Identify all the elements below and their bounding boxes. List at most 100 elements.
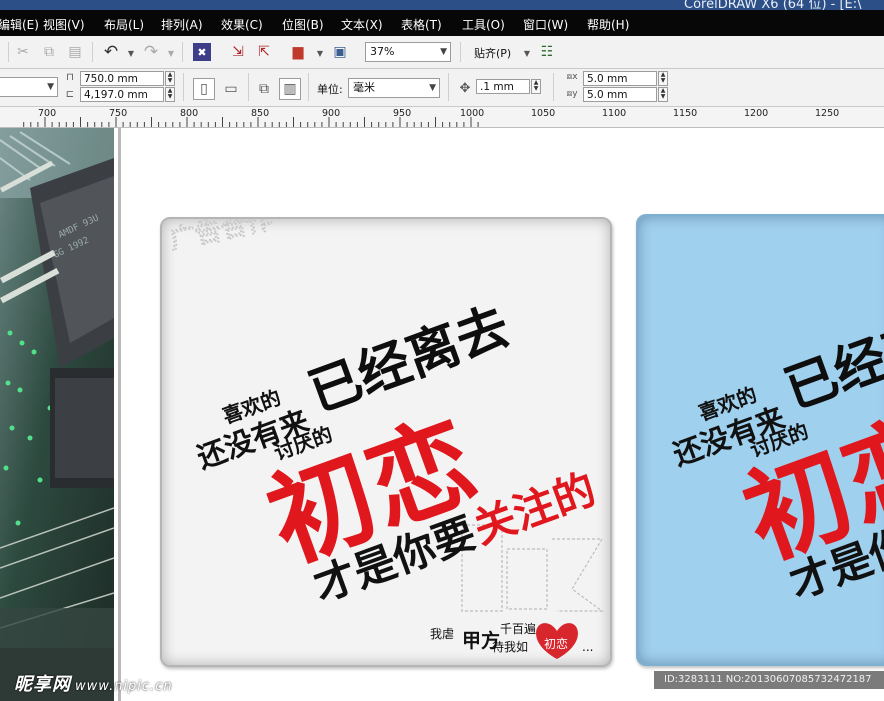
separator <box>8 42 9 62</box>
ruler-label: 700 <box>38 108 57 119</box>
copy-icon[interactable]: ⧉ <box>40 43 58 61</box>
undo-dropdown-icon[interactable]: ▼ <box>122 44 140 62</box>
menu-edit[interactable]: 编辑(E) <box>0 16 39 33</box>
nudge-spinner[interactable]: ▲ ▼ <box>531 79 541 94</box>
all-pages-icon[interactable]: ⧉ <box>253 78 275 100</box>
duplicate-x-icon: ⧈x <box>566 72 578 82</box>
menu-arrange[interactable]: 排列(A) <box>161 16 203 33</box>
export-icon[interactable]: ⇱ <box>255 43 273 61</box>
ghost-text: 广告合作 <box>167 219 275 256</box>
portrait-button[interactable]: ▯ <box>193 78 215 100</box>
separator <box>182 42 183 62</box>
poster-card-blue[interactable]: 喜欢的 还没有来 讨厌的 已经离去 初恋 才是你要 <box>636 214 884 666</box>
width-spinner[interactable]: ▲ ▼ <box>165 71 175 86</box>
horizontal-ruler[interactable]: 700 750 800 850 900 950 1000 1050 1100 1… <box>0 107 884 128</box>
units-select[interactable]: 毫米 ▼ <box>348 78 440 98</box>
ruler-label: 1050 <box>531 108 556 119</box>
units-value: 毫米 <box>353 81 375 94</box>
separator <box>92 42 93 62</box>
footer-text-d: 待我如 <box>492 639 528 654</box>
menu-window[interactable]: 窗口(W) <box>523 16 568 33</box>
page-width-field[interactable]: 750.0 mm <box>80 71 164 86</box>
ruler-label: 900 <box>322 108 341 119</box>
cut-icon[interactable]: ✂ <box>14 43 32 61</box>
page-width-icon: ⊓ <box>66 71 74 83</box>
separator <box>553 73 554 101</box>
publish-dropdown-icon[interactable]: ▼ <box>311 44 329 62</box>
circuit-board-image: AMDF 93U GG 1992 <box>0 128 114 701</box>
text-yijinglichu: 已经离去 <box>301 295 517 423</box>
poster-artwork-blue: 喜欢的 还没有来 讨厌的 已经离去 初恋 才是你要 <box>669 292 884 608</box>
chevron-down-icon: ▼ <box>47 82 54 92</box>
snap-dropdown-icon[interactable]: ▼ <box>518 44 536 62</box>
redo-icon[interactable]: ↷ <box>142 42 160 62</box>
separator <box>448 73 449 101</box>
duplicate-distance-x-field[interactable]: 5.0 mm <box>583 71 657 86</box>
poster-artwork: 广告合作 喜欢的 还没有来 讨厌的 已经离去 初恋 才是你要 关注的 我虐 甲方… <box>167 203 604 659</box>
zoom-level-select[interactable]: 37% ▼ <box>365 42 451 62</box>
menu-bar: 编辑(E) 视图(V) 布局(L) 排列(A) 效果(C) 位图(B) 文本(X… <box>0 10 884 36</box>
duplicate-distance-y-field[interactable]: 5.0 mm <box>583 87 657 102</box>
chevron-down-icon: ▼ <box>440 47 447 57</box>
redo-dropdown-icon[interactable]: ▼ <box>162 44 180 62</box>
height-spinner[interactable]: ▲ ▼ <box>165 87 175 102</box>
snap-to-menu[interactable]: 贴齐(P) <box>474 45 511 61</box>
poster-card-white[interactable]: 广告合作 喜欢的 还没有来 讨厌的 已经离去 初恋 才是你要 关注的 我虐 甲方… <box>160 203 612 667</box>
menu-bitmaps[interactable]: 位图(B) <box>282 16 324 33</box>
ruler-label: 750 <box>109 108 128 119</box>
units-label: 单位: <box>317 83 343 96</box>
ruler-label: 950 <box>393 108 412 119</box>
application-launcher-icon[interactable]: ▣ <box>331 43 349 61</box>
landscape-button[interactable]: ▭ <box>220 78 242 100</box>
paste-icon[interactable]: ▤ <box>66 43 84 61</box>
current-page-icon[interactable]: ▥ <box>279 78 301 100</box>
ruler-label: 1000 <box>460 108 485 119</box>
page-size-select[interactable]: ▼ <box>0 77 58 97</box>
options-icon[interactable]: ☷ <box>538 43 556 61</box>
window-title: CorelDRAW X6 (64 位) - [E:\ <box>684 0 862 10</box>
nudge-distance-field[interactable]: .1 mm <box>476 79 530 94</box>
menu-layout[interactable]: 布局(L) <box>104 16 144 33</box>
svg-text:广告合作: 广告合作 <box>167 219 275 256</box>
footer-ellipsis: ... <box>582 640 593 654</box>
circuit-board-photo[interactable]: AMDF 93U GG 1992 <box>0 128 114 701</box>
footer-text-c: 千百遍 <box>500 622 536 636</box>
ruler-label: 800 <box>180 108 199 119</box>
import-icon[interactable]: ⇲ <box>229 43 247 61</box>
text-yijinglichu: 已经离去 <box>777 292 884 420</box>
duplicate-y-icon: ⧈y <box>566 89 578 99</box>
ruler-label: 1250 <box>815 108 840 119</box>
heart-icon: 初恋 <box>536 623 578 659</box>
text-guanzhu: 关注的 <box>467 464 602 553</box>
publish-pdf-icon[interactable]: ▆ <box>289 43 307 61</box>
separator <box>308 73 309 101</box>
nudge-icon: ✥ <box>459 80 471 96</box>
undo-icon[interactable]: ↶ <box>102 42 120 62</box>
duplicate-x-spinner[interactable]: ▲ ▼ <box>658 71 668 86</box>
watermark-brand: 昵享网 <box>14 674 71 695</box>
menu-tools[interactable]: 工具(O) <box>462 16 505 33</box>
menu-effects[interactable]: 效果(C) <box>221 16 263 33</box>
page-border-line <box>118 128 121 701</box>
standard-toolbar: ✂ ⧉ ▤ ↶ ▼ ↷ ▼ ✖ ⇲ ⇱ ▆ ▼ ▣ 37% ▼ 贴齐(P) ▼ … <box>0 36 884 69</box>
page-height-field[interactable]: 4,197.0 mm <box>80 87 164 102</box>
footer-text-a: 我虐 <box>430 627 454 641</box>
separator <box>460 42 461 62</box>
heart-label: 初恋 <box>544 636 568 651</box>
menu-text[interactable]: 文本(X) <box>341 16 383 33</box>
menu-table[interactable]: 表格(T) <box>401 16 442 33</box>
chevron-down-icon: ▼ <box>429 83 436 93</box>
image-id-watermark: ID:3283111 NO:20130607085732472187 <box>654 671 884 689</box>
drawing-canvas[interactable]: AMDF 93U GG 1992 广告合作 喜欢的 还没有来 讨厌的 已经离去 … <box>0 128 884 701</box>
watermark-url: www.nipic.cn <box>75 679 173 694</box>
ruler-label: 1100 <box>602 108 627 119</box>
menu-help[interactable]: 帮助(H) <box>587 16 629 33</box>
title-bar: CorelDRAW X6 (64 位) - [E:\ <box>0 0 884 10</box>
separator <box>248 73 249 101</box>
ruler-label: 1200 <box>744 108 769 119</box>
duplicate-y-spinner[interactable]: ▲ ▼ <box>658 87 668 102</box>
menu-view[interactable]: 视图(V) <box>43 16 85 33</box>
ghost-vertical-text: 广告合作 <box>167 203 276 256</box>
zoom-level-value: 37% <box>370 45 395 58</box>
search-content-icon[interactable]: ✖ <box>193 43 211 61</box>
